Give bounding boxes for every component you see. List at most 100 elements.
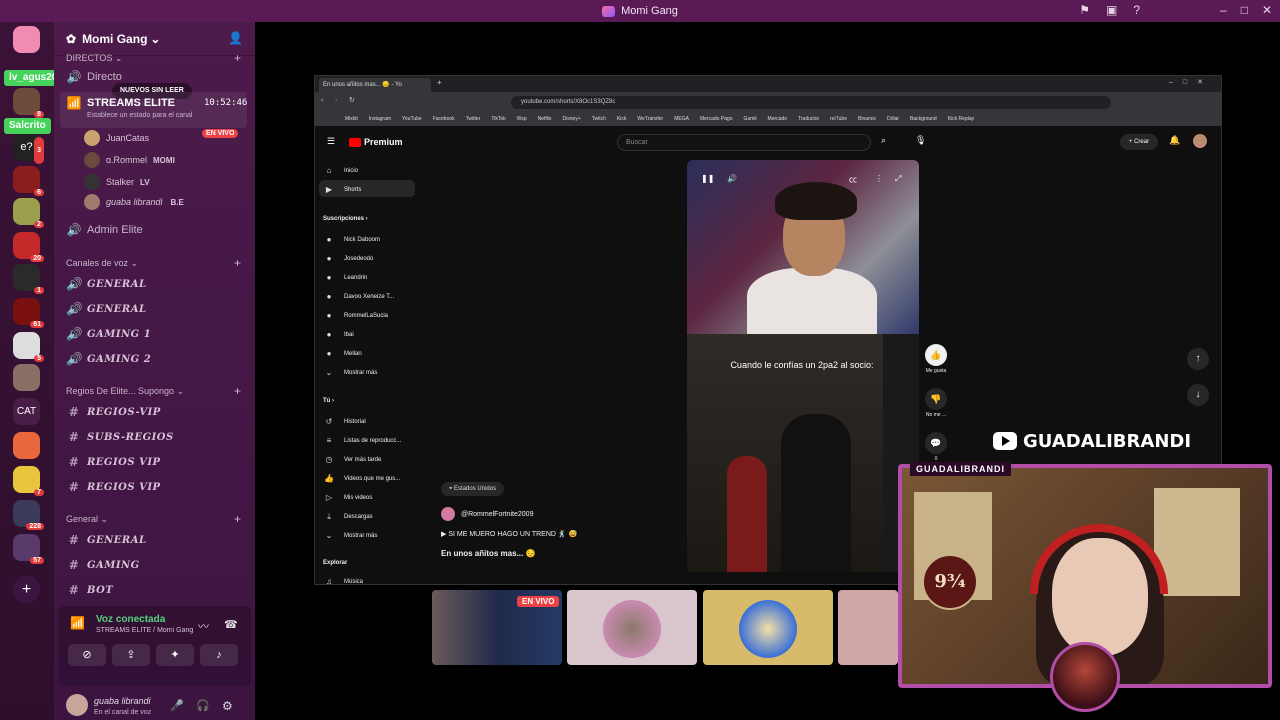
maximize-button[interactable]: □ [1241,3,1248,17]
show-more[interactable]: ⌄ Mostrar más [323,368,378,377]
comments-button[interactable]: 💬 [925,432,947,454]
text-channel[interactable]: # BOT [66,583,113,597]
subscription-item[interactable]: ● Nick Daboom [323,235,380,244]
bell-icon[interactable]: 🔔 [1169,135,1180,146]
stream-tile[interactable] [567,590,697,665]
microphone-icon[interactable]: 🎤 [170,699,184,712]
help-icon[interactable]: ? [1133,3,1140,17]
bookmark[interactable]: Mercado Pago [700,116,733,122]
stream-tile[interactable] [838,590,898,665]
channel-admin-elite[interactable]: 🔊 Admin Elite [66,223,143,237]
server-icon[interactable]: 7 [13,466,44,496]
fullscreen-icon[interactable]: ⤢ [895,174,901,184]
menu-icon[interactable]: ☰ [327,136,335,147]
category-voice[interactable]: Canales de voz ⌄ + [66,256,241,270]
bookmark[interactable]: MEGA [674,116,689,122]
short-song[interactable]: ▶ SI ME MUERO HAGO UN TREND 🕺 😅 [441,530,577,538]
subscription-item[interactable]: ● Leandrin [323,273,368,282]
short-channel[interactable]: @RommelFortnite2009 [441,507,533,521]
avatar[interactable] [1193,134,1207,148]
bookmark[interactable]: noTube [830,116,847,122]
server-icon[interactable]: 228 [13,500,44,530]
minimize-button[interactable]: – [1220,3,1227,17]
nav-home[interactable]: ⌂ Inicio [323,166,358,175]
bookmark[interactable]: Mercado [768,116,787,122]
server-icon[interactable]: 2 [13,198,44,228]
bookmark[interactable]: Twitter [466,116,481,122]
monitor-icon[interactable]: ▣ [1106,3,1117,17]
bookmark[interactable]: TikTok [491,116,505,122]
voice-connected-channel[interactable]: STREAMS ELITE / Momi Gang [96,627,193,634]
server-icon[interactable]: 5 [13,332,44,362]
nav-downloads[interactable]: ⤓ Descargas [323,512,372,522]
captions-icon[interactable]: ㏄ [849,174,857,185]
previous-short-button[interactable]: ↑ [1187,348,1209,370]
bookmark[interactable]: Wsp [517,116,527,122]
subscription-item[interactable]: ● Josedeodo [323,254,374,263]
nav-history[interactable]: ↺ Historial [323,417,366,426]
channel-status[interactable]: Establece un estado para el canal [87,112,192,119]
bookmark[interactable]: Gamil [743,116,756,122]
stream-tile[interactable] [703,590,833,665]
location-chip[interactable]: ⌖ Estados Unidos [441,482,505,496]
server-icon[interactable]: 20 [13,232,44,262]
text-channel[interactable]: # REGIOS VIP [66,455,161,469]
disconnect-icon[interactable]: ☎ [224,618,238,631]
bookmark[interactable]: Background [910,116,937,122]
category-directos[interactable]: DIRECTOS ⌄ + [66,51,241,65]
bookmark[interactable]: Traductor [798,116,819,122]
bookmark[interactable]: Kick [617,116,626,122]
youtube-logo[interactable]: Premium [349,137,403,147]
nav-you[interactable]: Tú › [323,398,334,404]
text-channel[interactable]: # REGIOS VIP [66,480,161,494]
share-screen-button[interactable]: ⇪ [112,644,150,666]
short-video-player[interactable]: ❚❚ 🔊 ㏄ ⋮ ⤢ Cuando le confías un 2pa2 al … [687,160,919,572]
voice-channel[interactable]: 🔊 GAMING 2 [66,352,151,366]
browser-tab[interactable]: En unos añitos mas... 😔 - Yo [319,78,431,92]
next-short-button[interactable]: ↓ [1187,384,1209,406]
bookmark[interactable]: YouTube [402,116,422,122]
bookmark[interactable]: WeTransfer [637,116,663,122]
volume-icon[interactable]: 🔊 [727,174,737,183]
category-regios[interactable]: Regios De Elite... Supongo ⌄ + [66,384,241,398]
server-icon[interactable]: 6 [13,166,44,196]
dislike-button[interactable]: 👎 [925,388,947,410]
search-icon[interactable]: ⌕ [881,135,886,146]
server-icon[interactable]: e? 3 [13,134,44,164]
bookmark[interactable]: Disney+ [563,116,581,122]
nav-subscriptions[interactable]: Suscripciones › [323,216,368,222]
new-tab-button[interactable]: + [437,78,442,87]
subscription-item[interactable]: ● RommelLaSucia [323,311,388,320]
bookmark[interactable]: Binance [858,116,876,122]
text-channel[interactable]: # SUBS-REGIOS [66,430,174,444]
subscription-item[interactable]: ● Davoo Xeneize T... [323,292,395,301]
bookmark[interactable]: Mixkit [345,116,358,122]
close-button[interactable]: ✕ [1262,3,1272,17]
settings-gear-icon[interactable]: ⚙ [222,699,233,713]
guild-header[interactable]: ✿ Momi Gang ⌄ 👤 [54,22,255,56]
nav-my-videos[interactable]: ▷ Mis videos [323,493,372,502]
inbox-icon[interactable]: ⚑ [1079,3,1090,17]
voice-channel[interactable]: 🔊 GAMING 1 [66,327,151,341]
server-cat-icon[interactable]: CAT [13,398,40,425]
soundboard-button[interactable]: ♪ [200,644,238,666]
channel-streams-elite[interactable]: 📶 STREAMS ELITE [66,96,176,110]
channel-directo[interactable]: 🔊 Directo [66,70,122,84]
bookmark[interactable]: Kick Replay [948,116,974,122]
show-more[interactable]: ⌄ Mostrar más [323,531,378,540]
nav-playlists[interactable]: ≡ Listas de reproducc... [323,436,402,445]
bookmark[interactable]: Netflix [538,116,552,122]
voice-channel[interactable]: 🔊 GENERAL [66,277,147,291]
category-general[interactable]: General ⌄ + [66,512,241,526]
bookmark[interactable]: Facebook [433,116,455,122]
invite-icon[interactable]: 👤 [228,31,243,45]
noise-suppression-icon[interactable]: 〰 [198,618,209,634]
window-controls[interactable]: –□✕ [1169,78,1213,86]
nav-shorts[interactable]: ▶ Shorts [323,185,361,194]
nav-watch-later[interactable]: ◷ Ver más tarde [323,455,382,464]
voice-user[interactable]: guaba librandi B.E [84,194,184,210]
voice-channel[interactable]: 🔊 GENERAL [66,302,147,316]
server-icon[interactable] [13,364,40,391]
url-field[interactable]: youtube.com/shorts/X8Oc1S3QZ8c [511,96,1111,109]
reload-icon[interactable]: ↻ [349,96,355,104]
